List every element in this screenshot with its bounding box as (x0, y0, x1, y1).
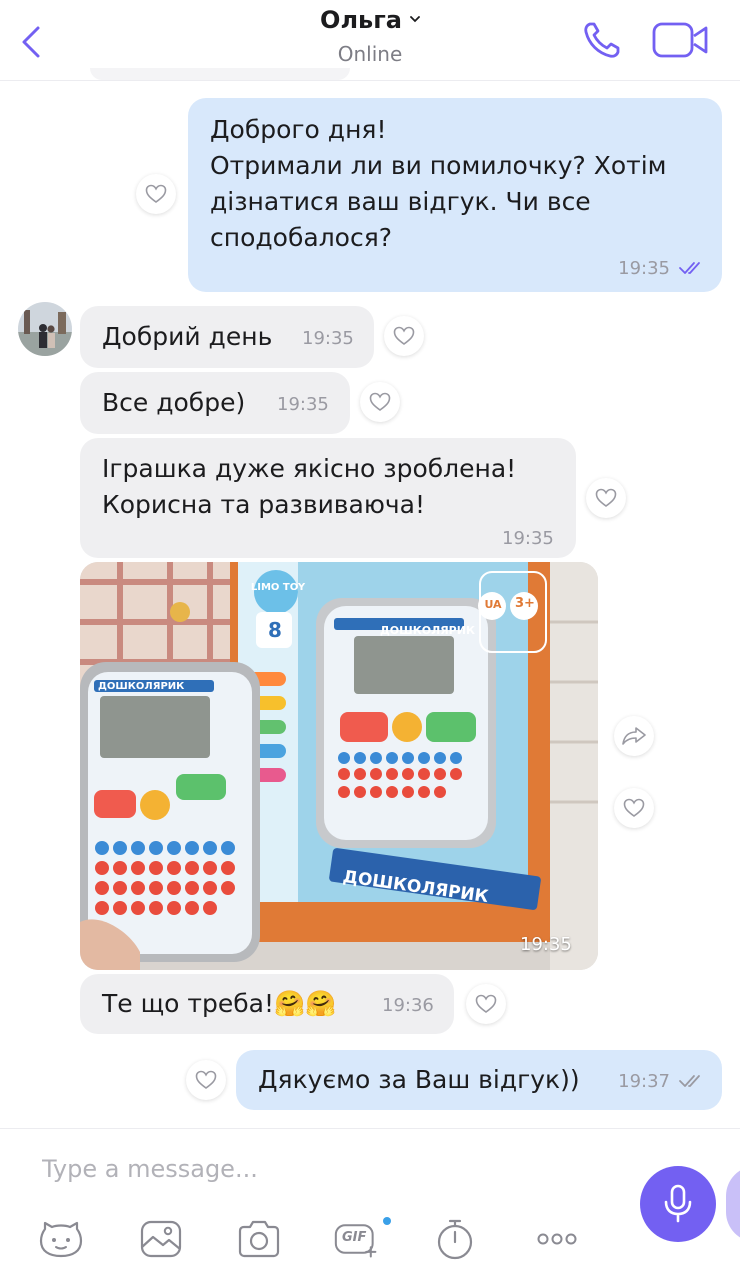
camera-icon (238, 1220, 280, 1258)
previous-message-edge (90, 68, 350, 80)
gallery-icon (140, 1220, 182, 1258)
message-text: Іграшка дуже якісно зроблена! Корисна та… (102, 454, 517, 519)
message-meta: 19:37 (618, 1071, 706, 1092)
message-text: Добрий день (102, 322, 273, 351)
camera-button[interactable] (236, 1216, 282, 1262)
new-indicator-dot (383, 1217, 391, 1225)
like-button[interactable] (466, 984, 506, 1024)
photo-message[interactable]: ДОШКОЛЯРИК ДОШКОЛЯРИК ДОШКОЛЯРИК LIMO TO… (80, 562, 598, 970)
message-time: 19:35 (277, 394, 329, 415)
box-title-top: ДОШКОЛЯРИК (380, 624, 475, 637)
more-button[interactable] (534, 1216, 580, 1262)
more-icon (537, 1233, 577, 1245)
heart-icon (195, 1070, 217, 1089)
message-time: 19:36 (382, 995, 434, 1016)
message-time: 19:35 (502, 528, 554, 549)
share-arrow-icon (622, 727, 646, 745)
like-button[interactable] (384, 316, 424, 356)
like-button[interactable] (186, 1060, 226, 1100)
sticker-icon (39, 1221, 83, 1258)
incoming-message[interactable]: Іграшка дуже якісно зроблена! Корисна та… (80, 438, 576, 558)
timer-button[interactable] (432, 1216, 478, 1262)
like-button[interactable] (586, 478, 626, 518)
video-camera-icon (652, 22, 708, 58)
avatar-photo (18, 302, 72, 356)
message-time: 19:35 (618, 258, 670, 279)
video-call-button[interactable] (650, 18, 712, 62)
like-button[interactable] (360, 382, 400, 422)
heart-icon (369, 392, 391, 411)
contact-status: Online (337, 42, 403, 66)
heart-icon (623, 798, 645, 817)
message-text: Все добре) (102, 388, 246, 417)
brand-logo: LIMO TOY (250, 582, 306, 593)
like-button[interactable] (136, 174, 176, 214)
incoming-message[interactable]: Добрий день 19:35 (80, 306, 374, 368)
message-time: 19:35 (520, 934, 572, 955)
chevron-down-icon (410, 16, 420, 23)
message-time: 19:35 (302, 328, 354, 349)
message-text: Доброго дня! Отримали ли ви помилочку? Х… (210, 115, 667, 252)
age-badge: 3+ (515, 596, 535, 611)
call-button[interactable] (580, 18, 624, 62)
sticker-button[interactable] (38, 1216, 84, 1262)
double-check-icon (679, 1075, 700, 1087)
message-text: Те що треба!🤗🤗 (102, 989, 337, 1018)
contact-title[interactable]: Ольга (0, 6, 740, 34)
phone-icon (584, 22, 620, 58)
heart-icon (145, 184, 167, 203)
gif-label: GIF (342, 1230, 367, 1245)
modes-count: 8 (268, 618, 282, 642)
message-time: 19:37 (618, 1071, 670, 1092)
message-input[interactable] (40, 1148, 584, 1190)
double-check-icon (679, 262, 700, 274)
avatar[interactable] (18, 302, 72, 356)
toy-title: ДОШКОЛЯРИК (98, 681, 185, 692)
outgoing-message[interactable]: Дякуємо за Ваш відгук)) 19:37 (236, 1050, 722, 1110)
forward-button[interactable] (614, 716, 654, 756)
lang-badge: UA (484, 598, 502, 611)
incoming-message[interactable]: Все добре) 19:35 (80, 372, 350, 434)
gallery-button[interactable] (138, 1216, 184, 1262)
contact-name: Ольга (320, 6, 402, 34)
message-meta: 19:35 (618, 258, 706, 279)
incoming-message[interactable]: Те що треба!🤗🤗 19:36 (80, 974, 454, 1034)
heart-icon (595, 488, 617, 507)
microphone-icon (664, 1184, 692, 1223)
like-button[interactable] (614, 788, 654, 828)
timer-icon (437, 1219, 473, 1260)
outgoing-message[interactable]: Доброго дня! Отримали ли ви помилочку? Х… (188, 98, 722, 292)
gif-button[interactable]: GIF (334, 1216, 380, 1262)
heart-icon (475, 994, 497, 1013)
heart-icon (393, 326, 415, 345)
message-text: Дякуємо за Ваш відгук)) (258, 1065, 580, 1094)
voice-message-button[interactable] (640, 1166, 716, 1242)
